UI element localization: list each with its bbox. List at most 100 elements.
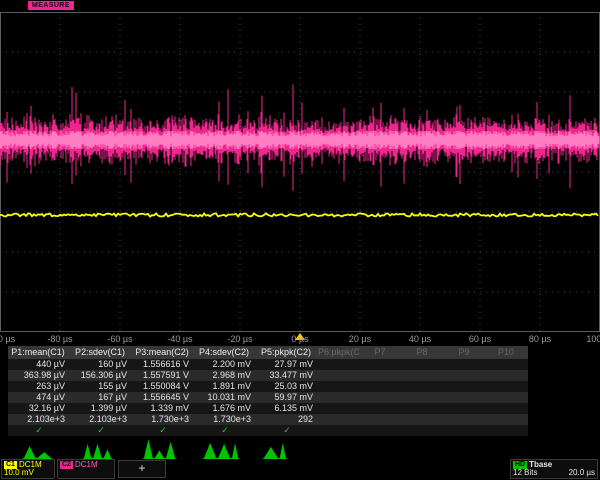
adc-bits-label: 12 Bits <box>513 469 537 477</box>
histicon-shape <box>202 443 240 459</box>
measure-value <box>318 381 360 392</box>
histicon-shape <box>22 446 53 459</box>
measure-header-p7[interactable]: P7 <box>360 346 402 359</box>
time-axis-label: -100 µs <box>0 334 15 344</box>
measure-value: 1.891 mV <box>194 381 256 392</box>
measure-value <box>486 403 528 414</box>
measure-value <box>444 414 486 425</box>
measure-value <box>402 381 444 392</box>
measure-value <box>486 392 528 403</box>
measure-row: 2.103e+32.103e+31.730e+31.730e+3292 <box>8 414 528 425</box>
time-axis-label: 100 µs <box>586 334 600 344</box>
measure-value: 10.031 mV <box>194 392 256 403</box>
histicon-p1[interactable] <box>22 436 62 459</box>
measure-row: 263 µV155 µV1.550084 V1.891 mV25.03 mV <box>8 381 528 392</box>
measure-status-check: ✓ <box>70 425 132 436</box>
measure-header-p2[interactable]: P2:sdev(C1) <box>70 346 132 359</box>
histicon-p4[interactable] <box>202 436 242 459</box>
timebase-descriptor[interactable]: HD Tbase 12 Bits 20.0 µs <box>510 459 598 479</box>
histicon-p3[interactable] <box>142 436 182 459</box>
measure-header-p1[interactable]: P1:mean(C1) <box>8 346 70 359</box>
measure-value <box>486 359 528 370</box>
measure-value: 167 µV <box>70 392 132 403</box>
c1-waveform[interactable] <box>0 213 598 216</box>
measure-value <box>360 370 402 381</box>
measure-value: 1.399 µV <box>70 403 132 414</box>
graticule <box>0 12 600 332</box>
measure-value: 440 µV <box>8 359 70 370</box>
c1-vertical-scale: 10.0 mV <box>4 469 34 477</box>
measure-value: 27.97 mV <box>256 359 318 370</box>
measure-header-p9[interactable]: P9 <box>444 346 486 359</box>
measure-value: 2.200 mV <box>194 359 256 370</box>
measure-row: 474 µV167 µV1.556645 V10.031 mV59.97 mV <box>8 392 528 403</box>
measure-status-check: ✓ <box>132 425 194 436</box>
measure-value: 1.550084 V <box>132 381 194 392</box>
c2-descriptor[interactable]: C2 DC1M <box>57 459 115 479</box>
histicon-p5[interactable] <box>262 436 302 459</box>
measure-value <box>360 403 402 414</box>
measure-value: 2.103e+3 <box>70 414 132 425</box>
waveform-display[interactable] <box>0 12 600 332</box>
measure-status-check <box>486 425 528 436</box>
measure-value: 263 µV <box>8 381 70 392</box>
measure-value: 474 µV <box>8 392 70 403</box>
measure-value <box>318 359 360 370</box>
oscilloscope-screen: MEASURE -100 µs -80 µs -60 µs -40 µs -20 µs 0… <box>0 0 600 480</box>
measure-row: 363.98 µV156.306 µV1.557591 V2.968 mV33.… <box>8 370 528 381</box>
c1-descriptor[interactable]: C1 DC1M 10.0 mV <box>1 459 55 479</box>
measure-header-p6[interactable]: P6:pkpk(C5) <box>318 346 360 359</box>
time-axis-label: 40 µs <box>409 334 431 344</box>
time-axis-label: 20 µs <box>349 334 371 344</box>
measure-header-p4[interactable]: P4:sdev(C2) <box>194 346 256 359</box>
measure-value <box>402 359 444 370</box>
measure-value: 1.556616 V <box>132 359 194 370</box>
measure-value <box>318 403 360 414</box>
measure-value <box>318 392 360 403</box>
time-axis: -100 µs -80 µs -60 µs -40 µs -20 µs 0 µs 20 µs… <box>0 334 600 345</box>
measure-header-p3[interactable]: P3:mean(C2) <box>132 346 194 359</box>
histicon-p2[interactable] <box>82 436 122 459</box>
measure-value <box>486 381 528 392</box>
measure-value: 1.730e+3 <box>132 414 194 425</box>
measure-value: 1.730e+3 <box>194 414 256 425</box>
measurement-table: P1:mean(C1)P2:sdev(C1)P3:mean(C2)P4:sdev… <box>8 346 528 436</box>
add-trace-button[interactable]: + <box>118 460 166 478</box>
measure-row: 440 µV160 µV1.556616 V2.200 mV27.97 mV <box>8 359 528 370</box>
measure-status-check <box>444 425 486 436</box>
measure-value: 1.676 mV <box>194 403 256 414</box>
histicon-shape <box>262 443 288 459</box>
time-axis-label: -80 µs <box>47 334 72 344</box>
measure-value: 1.339 mV <box>132 403 194 414</box>
measure-status-check: ✓ <box>194 425 256 436</box>
measure-value: 32.16 µV <box>8 403 70 414</box>
c2-coupling-label: DC1M <box>75 461 98 469</box>
top-menu-badge[interactable]: MEASURE <box>28 1 74 10</box>
plus-icon: + <box>138 461 145 475</box>
measure-value: 33.477 mV <box>256 370 318 381</box>
measure-status-check: ✓ <box>8 425 70 436</box>
measure-value <box>402 392 444 403</box>
time-axis-label: -40 µs <box>167 334 192 344</box>
measure-header-p10[interactable]: P10 <box>486 346 528 359</box>
c2-channel-chip: C2 <box>60 461 73 469</box>
histicon-shape <box>82 444 113 459</box>
measure-header-p8[interactable]: P8 <box>402 346 444 359</box>
time-axis-label: 0 µs <box>291 334 308 344</box>
time-axis-label: 80 µs <box>529 334 551 344</box>
time-axis-label: -20 µs <box>227 334 252 344</box>
time-axis-label: -60 µs <box>107 334 132 344</box>
measure-value <box>402 414 444 425</box>
measure-value: 2.968 mV <box>194 370 256 381</box>
timebase-scale: 20.0 µs <box>569 469 595 477</box>
measure-value <box>444 381 486 392</box>
measure-value <box>360 414 402 425</box>
measure-value: 155 µV <box>70 381 132 392</box>
measure-value: 156.306 µV <box>70 370 132 381</box>
measure-header-p5[interactable]: P5:pkpk(C2) <box>256 346 318 359</box>
time-axis-label: 60 µs <box>469 334 491 344</box>
measure-value <box>318 370 360 381</box>
measure-header-row: P1:mean(C1)P2:sdev(C1)P3:mean(C2)P4:sdev… <box>8 346 528 359</box>
measure-value: 59.97 mV <box>256 392 318 403</box>
measure-value: 160 µV <box>70 359 132 370</box>
